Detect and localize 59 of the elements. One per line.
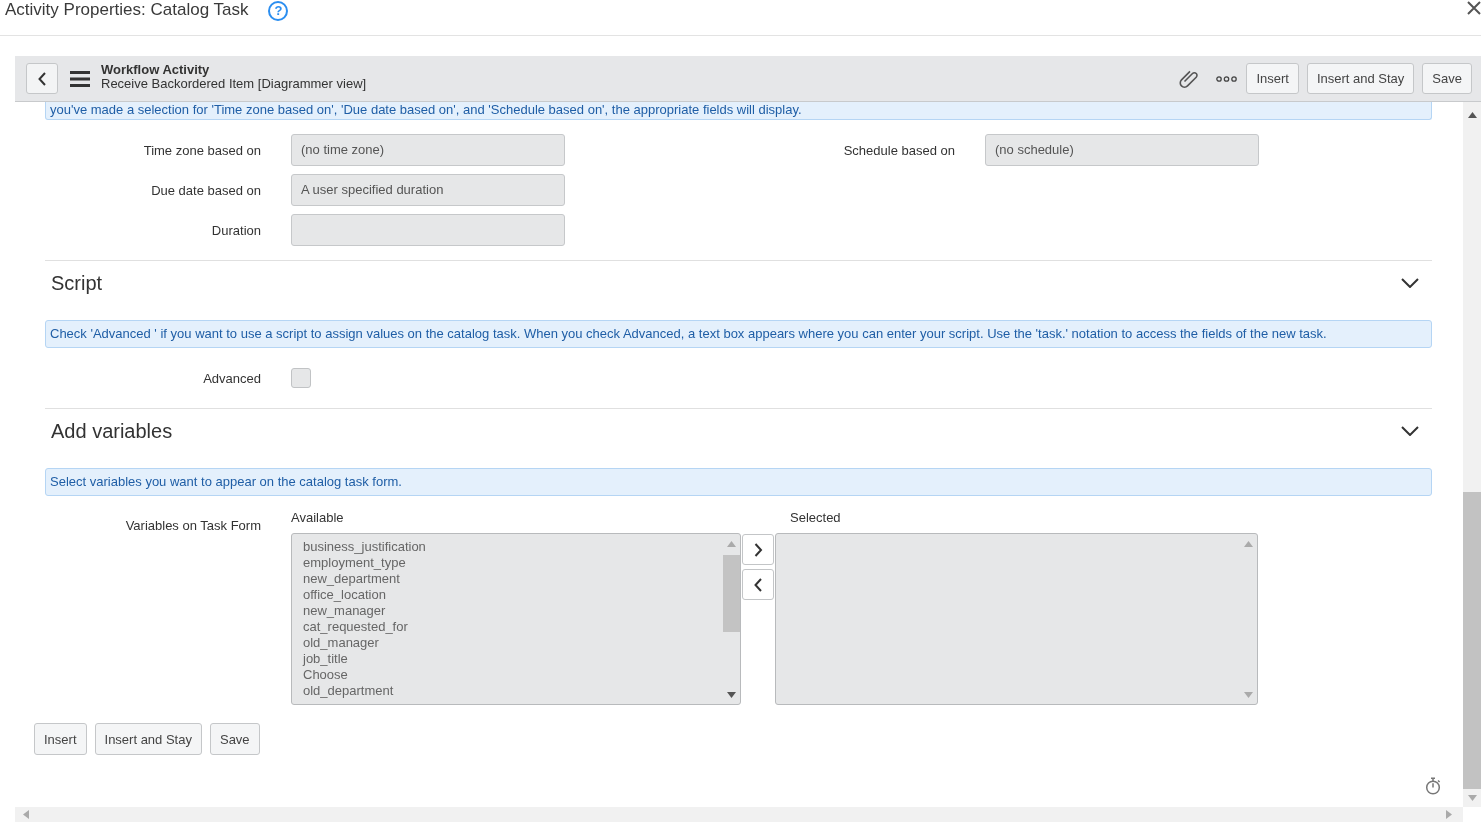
horizontal-scrollbar[interactable] (15, 807, 1463, 822)
field-label: Time zone based on (143, 142, 261, 158)
section-title: Script (51, 271, 103, 295)
list-box[interactable]: business_justification employment_type new_department office_location new_manager cat_requested_for old_manager job_title Choose old_department (291, 533, 741, 705)
list-option[interactable]: old_department (303, 683, 722, 699)
info-banner: Check 'Advanced ' if you want to use a script to assign values on the catalog task. When you check Advanced, a text box appears where you can enter your script. Use the 'task.' notation to access the fields of the new task. (45, 320, 1432, 348)
list-option[interactable]: cat_requested_for (303, 619, 722, 635)
form-subtitle: Receive Backordered Item [Diagrammer view] (101, 77, 367, 91)
action-button[interactable]: Insert and Stay (94, 723, 202, 755)
list-option[interactable]: old_manager (303, 635, 722, 651)
info-banner: Select variables you want to appear on the catalog task form. (45, 468, 1432, 496)
field-label: Schedule based on (843, 142, 955, 158)
field-label: Duration (211, 222, 261, 238)
scroll-left-icon[interactable] (23, 810, 29, 819)
list-caption: Selected (790, 510, 841, 526)
scrollbar-thumb[interactable] (1463, 492, 1481, 789)
stopwatch-icon[interactable] (1425, 777, 1441, 795)
text-field: A user specified duration (291, 174, 565, 206)
list-option[interactable]: business_justification (303, 539, 722, 555)
vertical-scrollbar[interactable] (1463, 102, 1481, 807)
list-caption: Available (291, 510, 344, 526)
text-field: (no schedule) (985, 134, 1259, 166)
scroll-right-icon[interactable] (1446, 810, 1452, 819)
paperclip-icon[interactable] (1179, 68, 1200, 89)
more-icon[interactable] (1216, 75, 1238, 82)
move-left-button[interactable] (742, 569, 774, 600)
field-label: Due date based on (151, 182, 261, 198)
list-option[interactable]: job_title (303, 651, 722, 667)
chevron-left-icon (753, 577, 763, 592)
info-banner: you've made a selection for 'Time zone based on', 'Due date based on', and 'Schedule based on', the appropriate fields will display. (45, 102, 1432, 120)
list-option[interactable]: new_manager (303, 603, 722, 619)
field-label: Advanced (203, 370, 261, 386)
scroll-down-icon[interactable] (726, 692, 736, 698)
action-button[interactable]: Save (209, 723, 260, 755)
section-title: Add variables (51, 419, 173, 443)
scroll-up-icon[interactable] (1467, 112, 1477, 118)
list-option[interactable]: new_department (303, 571, 722, 587)
back-button[interactable] (26, 63, 58, 94)
action-button[interactable]: Insert (1246, 63, 1299, 94)
list-option[interactable]: office_location (303, 587, 722, 603)
chevron-left-icon (37, 71, 47, 86)
help-icon[interactable]: ? (268, 1, 289, 21)
action-button[interactable]: Insert (34, 723, 87, 755)
list-option[interactable]: employment_type (303, 555, 722, 571)
scrollbar-thumb[interactable] (722, 555, 740, 632)
action-button[interactable]: Save (1422, 63, 1472, 94)
chevron-down-icon[interactable] (1401, 426, 1419, 436)
chevron-right-icon (753, 542, 763, 557)
list-option[interactable]: Choose (303, 667, 722, 683)
menu-icon[interactable] (70, 70, 90, 87)
form-title: Workflow Activity (101, 63, 210, 77)
action-button[interactable]: Insert and Stay (1306, 63, 1415, 94)
field-label: Variables on Task Form (125, 518, 261, 534)
checkbox[interactable] (291, 368, 311, 388)
text-field: (no time zone) (291, 134, 565, 166)
move-right-button[interactable] (742, 534, 774, 565)
close-icon[interactable] (1467, 1, 1481, 15)
chevron-down-icon[interactable] (1401, 278, 1419, 288)
dialog-title: Activity Properties: Catalog Task (5, 0, 249, 20)
